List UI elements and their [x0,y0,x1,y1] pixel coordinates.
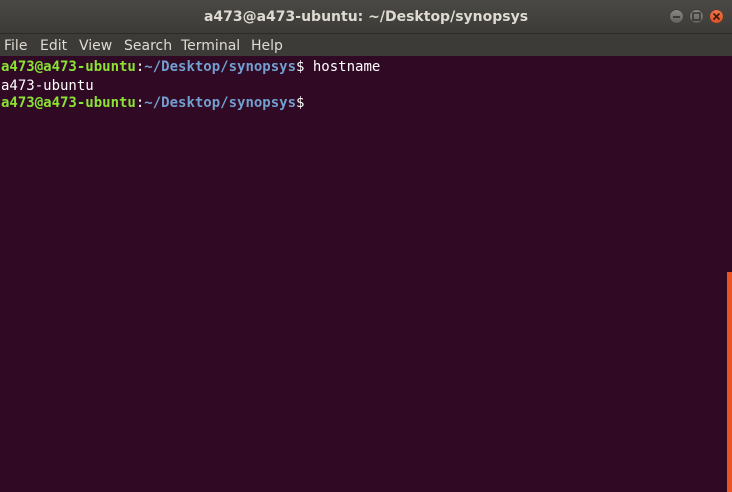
prompt-path: ~/Desktop/synopsys [144,95,297,111]
scrollbar[interactable] [727,272,732,492]
menu-edit[interactable]: Edit [40,36,67,56]
minimize-icon[interactable] [669,9,684,24]
menu-file[interactable]: File [4,36,27,56]
terminal-line: a473@a473-ubuntu:~/Desktop/synopsys$ [1,94,304,113]
command-output: a473-ubuntu [1,78,94,94]
close-icon[interactable] [709,9,724,24]
terminal-line: a473@a473-ubuntu:~/Desktop/synopsys$ hos… [1,58,380,77]
prompt-path: ~/Desktop/synopsys [144,59,297,75]
menu-help[interactable]: Help [251,36,283,56]
menu-bar: File Edit View Search Terminal Help [0,34,732,56]
command-text: hostname [304,59,381,75]
prompt-symbol: $ [296,95,305,111]
prompt-user-host: a473@a473-ubuntu [1,95,136,111]
menu-view[interactable]: View [79,36,112,56]
window-title: a473@a473-ubuntu: ~/Desktop/synopsys [203,9,529,25]
maximize-icon[interactable] [689,9,704,24]
terminal-output[interactable]: a473@a473-ubuntu:~/Desktop/synopsys$ hos… [0,56,732,492]
menu-search[interactable]: Search [124,36,172,56]
title-bar[interactable]: a473@a473-ubuntu: ~/Desktop/synopsys [0,0,732,34]
prompt-user-host: a473@a473-ubuntu [1,59,136,75]
terminal-window: a473@a473-ubuntu: ~/Desktop/synopsys Fil… [0,0,732,492]
menu-terminal[interactable]: Terminal [181,36,240,56]
